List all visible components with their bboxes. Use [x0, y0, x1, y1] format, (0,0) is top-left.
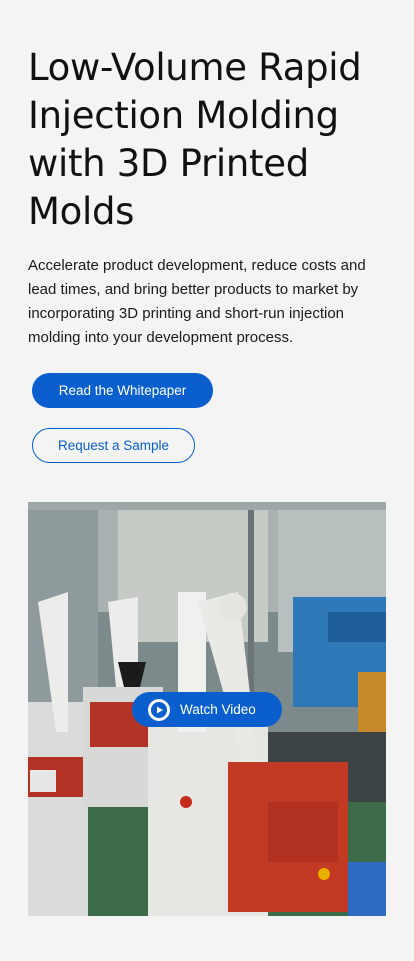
hero-description: Accelerate product development, reduce c…	[28, 257, 366, 346]
hero-section: Low-Volume Rapid Injection Molding with …	[28, 44, 388, 350]
read-whitepaper-button[interactable]: Read the Whitepaper	[32, 373, 213, 408]
page-title: Low-Volume Rapid Injection Molding with …	[28, 46, 362, 233]
request-sample-button[interactable]: Request a Sample	[32, 428, 195, 463]
play-icon	[148, 698, 170, 721]
watch-video-button[interactable]: Watch Video	[132, 692, 282, 727]
watch-video-label: Watch Video	[180, 702, 256, 717]
video-thumbnail[interactable]: Watch Video	[28, 502, 386, 916]
